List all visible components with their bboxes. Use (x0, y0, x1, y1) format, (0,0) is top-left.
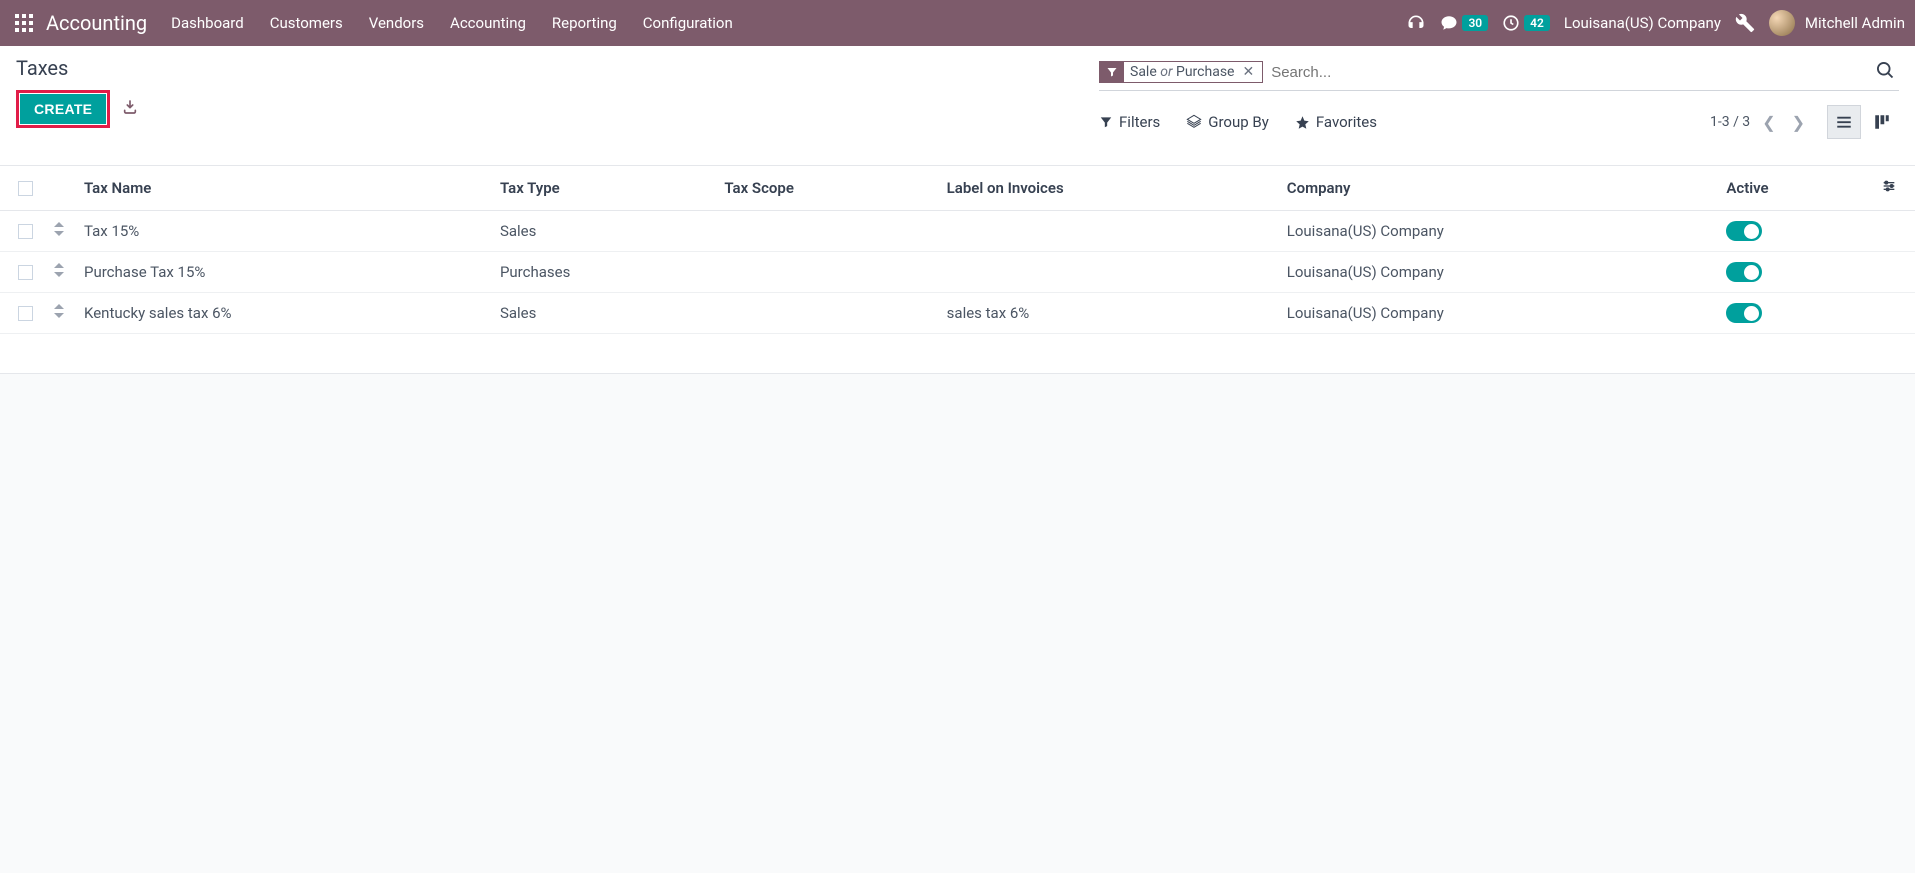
cell-tax-name: Tax 15% (74, 211, 490, 252)
apps-icon[interactable] (10, 9, 38, 37)
cell-company: Louisana(US) Company (1277, 293, 1717, 334)
pager: 1-3 / 3 ❮ ❯ (1710, 111, 1809, 134)
search-options: Filters Group By Favorites (1099, 113, 1377, 131)
active-toggle[interactable] (1726, 262, 1762, 282)
drag-handle-icon[interactable] (54, 266, 64, 280)
cell-tax-scope (714, 252, 936, 293)
cell-tax-name: Purchase Tax 15% (74, 252, 490, 293)
row-checkbox[interactable] (18, 306, 33, 321)
facet-remove[interactable]: ✕ (1240, 62, 1262, 82)
pager-next[interactable]: ❯ (1788, 111, 1809, 134)
row-checkbox[interactable] (18, 265, 33, 280)
cell-tax-scope (714, 293, 936, 334)
active-toggle[interactable] (1726, 303, 1762, 323)
list-view-button[interactable] (1827, 105, 1861, 139)
activities-badge: 42 (1524, 15, 1550, 31)
col-tax-scope[interactable]: Tax Scope (714, 166, 936, 211)
create-button[interactable]: CREATE (20, 94, 106, 124)
groupby-button[interactable]: Group By (1186, 113, 1269, 131)
nav-item-vendors[interactable]: Vendors (369, 14, 424, 32)
optional-fields-icon[interactable] (1881, 180, 1897, 198)
cell-label-invoices (937, 252, 1277, 293)
debug-icon[interactable] (1735, 13, 1755, 33)
tax-table: Tax Name Tax Type Tax Scope Label on Inv… (0, 166, 1915, 374)
nav-item-configuration[interactable]: Configuration (643, 14, 733, 32)
table-row[interactable]: Kentucky sales tax 6% Sales sales tax 6%… (0, 293, 1915, 334)
pager-prev[interactable]: ❮ (1758, 111, 1779, 134)
filter-icon (1100, 62, 1124, 82)
cell-tax-name: Kentucky sales tax 6% (74, 293, 490, 334)
pager-text[interactable]: 1-3 / 3 (1710, 114, 1750, 130)
nav-item-dashboard[interactable]: Dashboard (171, 14, 244, 32)
cell-tax-scope (714, 211, 936, 252)
col-tax-name[interactable]: Tax Name (74, 166, 490, 211)
nav-menu: Dashboard Customers Vendors Accounting R… (171, 14, 733, 32)
cell-company: Louisana(US) Company (1277, 211, 1717, 252)
cell-label-invoices: sales tax 6% (937, 293, 1277, 334)
table-row[interactable]: Purchase Tax 15% Purchases Louisana(US) … (0, 252, 1915, 293)
top-navbar: Accounting Dashboard Customers Vendors A… (0, 0, 1915, 46)
import-icon[interactable] (118, 95, 142, 123)
user-name: Mitchell Admin (1805, 14, 1905, 32)
favorites-button[interactable]: Favorites (1295, 113, 1377, 131)
drag-handle-icon[interactable] (54, 225, 64, 239)
messages-button[interactable]: 30 (1440, 14, 1488, 32)
create-highlight: CREATE (16, 90, 110, 128)
search-bar: Sale or Purchase ✕ (1099, 56, 1899, 91)
search-icon[interactable] (1871, 56, 1899, 88)
user-menu[interactable]: Mitchell Admin (1769, 10, 1905, 36)
col-tax-type[interactable]: Tax Type (490, 166, 714, 211)
col-active[interactable]: Active (1716, 166, 1871, 211)
app-title[interactable]: Accounting (46, 11, 147, 35)
search-input[interactable] (1269, 60, 1871, 85)
col-label-invoices[interactable]: Label on Invoices (937, 166, 1277, 211)
activities-button[interactable]: 42 (1502, 14, 1550, 32)
breadcrumb: Taxes (16, 56, 142, 80)
view-switcher (1827, 105, 1899, 139)
avatar (1769, 10, 1795, 36)
support-icon[interactable] (1406, 13, 1426, 33)
control-panel: Taxes CREATE Sale or Purchase (0, 46, 1915, 166)
company-switcher[interactable]: Louisana(US) Company (1564, 14, 1721, 32)
cell-label-invoices (937, 211, 1277, 252)
table-row[interactable]: Tax 15% Sales Louisana(US) Company (0, 211, 1915, 252)
cell-company: Louisana(US) Company (1277, 252, 1717, 293)
nav-item-accounting[interactable]: Accounting (450, 14, 526, 32)
facet-text: Sale or Purchase (1124, 62, 1240, 82)
cell-tax-type: Purchases (490, 252, 714, 293)
cell-tax-type: Sales (490, 293, 714, 334)
drag-handle-icon[interactable] (54, 307, 64, 321)
cell-tax-type: Sales (490, 211, 714, 252)
nav-item-reporting[interactable]: Reporting (552, 14, 617, 32)
col-company[interactable]: Company (1277, 166, 1717, 211)
messages-badge: 30 (1462, 15, 1488, 31)
active-toggle[interactable] (1726, 221, 1762, 241)
filters-button[interactable]: Filters (1099, 113, 1160, 131)
nav-item-customers[interactable]: Customers (270, 14, 343, 32)
search-facet: Sale or Purchase ✕ (1099, 61, 1263, 83)
table-header-row: Tax Name Tax Type Tax Scope Label on Inv… (0, 166, 1915, 211)
row-checkbox[interactable] (18, 224, 33, 239)
topnav-right: 30 42 Louisana(US) Company Mitchell Admi… (1406, 10, 1905, 36)
kanban-view-button[interactable] (1865, 105, 1899, 139)
select-all-checkbox[interactable] (18, 181, 33, 196)
